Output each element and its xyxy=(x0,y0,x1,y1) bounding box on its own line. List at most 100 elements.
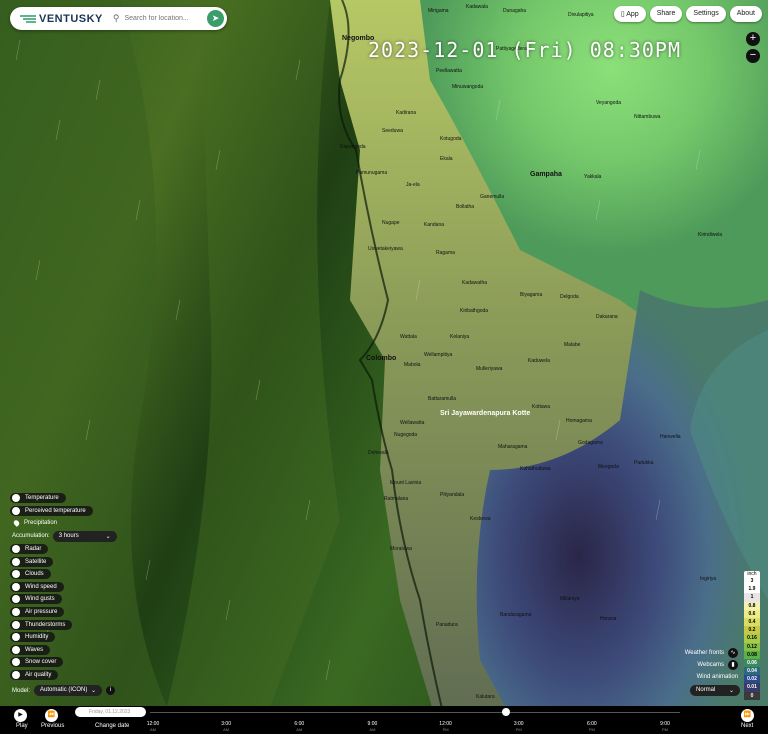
zoom-in-button[interactable]: + xyxy=(746,32,760,46)
place-label[interactable]: Minuwangoda xyxy=(452,84,483,90)
wind-animation-select[interactable]: Normal ⌄ xyxy=(690,685,740,696)
webcams-toggle[interactable]: Webcams ▮ xyxy=(685,659,738,671)
place-label[interactable]: Hanwella xyxy=(660,434,681,440)
time-tick[interactable]: 3:00 PM xyxy=(507,722,531,733)
place-label[interactable]: Horana xyxy=(600,616,617,622)
layer-temperature[interactable]: Temperature xyxy=(10,492,117,505)
place-label[interactable]: Sri Jayawardenapura Kotte xyxy=(440,410,530,417)
info-icon[interactable]: i xyxy=(106,686,116,695)
place-label[interactable]: Nugegoda xyxy=(394,432,417,438)
place-label[interactable]: Ekala xyxy=(440,156,453,162)
place-label[interactable]: Panadura xyxy=(436,622,458,628)
place-label[interactable]: Seeduwa xyxy=(382,128,403,134)
locate-icon[interactable]: ➤ xyxy=(207,10,224,27)
timeline-track[interactable] xyxy=(150,712,680,713)
layer-snow-cover[interactable]: Snow cover xyxy=(10,656,117,669)
next-icon[interactable]: ⏩ xyxy=(741,709,754,722)
place-label[interactable]: Malabe xyxy=(564,342,581,348)
place-label[interactable]: Kesbewa xyxy=(470,516,491,522)
place-label[interactable]: Divulapitiya xyxy=(568,12,594,18)
place-label[interactable]: Biyagama xyxy=(520,292,542,298)
time-tick[interactable]: 6:00 AM xyxy=(287,722,311,733)
place-label[interactable]: Bandaragama xyxy=(500,612,532,618)
place-label[interactable]: Nittambuwa xyxy=(634,114,661,120)
place-label[interactable]: Kalutara xyxy=(476,694,495,700)
layer-waves[interactable]: Waves xyxy=(10,644,117,657)
place-label[interactable]: Maharagama xyxy=(498,444,528,450)
layer-clouds[interactable]: Clouds xyxy=(10,568,117,581)
timeline-handle[interactable] xyxy=(502,708,511,716)
place-label[interactable]: Piliyandala xyxy=(440,492,464,498)
layer-radar[interactable]: Radar xyxy=(10,543,117,556)
place-label[interactable]: Kadawatha xyxy=(462,280,487,286)
place-label[interactable]: Kotugoda xyxy=(440,136,462,142)
place-label[interactable]: Kelaniya xyxy=(450,334,469,340)
time-tick[interactable]: 3:00 AM xyxy=(214,722,238,733)
place-label[interactable]: Yakkala xyxy=(584,174,602,180)
place-label[interactable]: Kiribathgoda xyxy=(460,308,488,314)
place-label[interactable]: Ragama xyxy=(436,250,455,256)
previous-icon[interactable]: ⏪ xyxy=(45,709,58,722)
app-button[interactable]: ▯ App xyxy=(613,6,646,22)
place-label[interactable]: Kirindiwela xyxy=(698,232,722,238)
place-label[interactable]: Ingiriya xyxy=(700,576,716,582)
place-label[interactable]: Millaniya xyxy=(560,596,580,602)
layer-wind-gusts[interactable]: Wind gusts xyxy=(10,593,117,606)
weather-fronts-toggle[interactable]: Weather fronts ∿ xyxy=(685,647,738,659)
place-label[interactable]: Peellawatta xyxy=(436,68,462,74)
place-label[interactable]: Homagama xyxy=(566,418,592,424)
place-label[interactable]: Kaduwela xyxy=(528,358,550,364)
accumulation-select[interactable]: 3 hours ⌄ xyxy=(52,530,117,542)
layer-perceived-temperature[interactable]: Perceived temperature xyxy=(10,505,117,518)
place-label[interactable]: Kahathuduwa xyxy=(520,466,551,472)
layer-precipitation[interactable]: Precipitation xyxy=(10,517,117,530)
settings-button[interactable]: Settings xyxy=(686,6,726,22)
place-label[interactable]: Moratuwa xyxy=(390,546,412,552)
place-label[interactable]: Mulleriyawa xyxy=(476,366,503,372)
play-icon[interactable]: ▶ xyxy=(14,709,27,722)
time-tick[interactable]: 6:00 PM xyxy=(580,722,604,733)
place-label[interactable]: Nugape xyxy=(382,220,400,226)
ventusky-logo[interactable]: VENTUSKY xyxy=(20,13,103,25)
time-tick[interactable]: 9:00 PM xyxy=(653,722,677,733)
date-picker[interactable]: Friday, 01.12.2023 xyxy=(75,707,146,717)
zoom-out-button[interactable]: − xyxy=(746,49,760,63)
time-tick[interactable]: 9:00 AM xyxy=(360,722,384,733)
place-label[interactable]: Wellawatta xyxy=(400,420,425,426)
place-label[interactable]: Kadirana xyxy=(396,110,416,116)
place-label[interactable]: Dunagaha xyxy=(503,8,526,14)
time-tick[interactable]: 12:00 PM xyxy=(434,722,458,733)
place-label[interactable]: Wattala xyxy=(400,334,417,340)
layer-air-quality[interactable]: Air quality xyxy=(10,669,117,682)
share-button[interactable]: Share xyxy=(649,6,683,22)
place-label[interactable]: Dehiwala xyxy=(368,450,389,456)
place-label[interactable]: Colombo xyxy=(366,355,396,362)
layer-air-pressure[interactable]: Air pressure xyxy=(10,606,117,619)
place-label[interactable]: Godagama xyxy=(578,440,603,446)
layer-satellite[interactable]: Satellite xyxy=(10,555,117,568)
place-label[interactable]: Mabola xyxy=(404,362,421,368)
place-label[interactable]: Ganemulla xyxy=(480,194,504,200)
place-label[interactable]: Gampaha xyxy=(530,171,562,178)
place-label[interactable]: Uswetakeiyawa xyxy=(368,246,403,252)
layer-humidity[interactable]: Humidity xyxy=(10,631,117,644)
place-label[interactable]: Kapungoda xyxy=(340,144,366,150)
layer-thunderstorms[interactable]: Thunderstorms xyxy=(10,618,117,631)
place-label[interactable]: Ratmalana xyxy=(384,496,408,502)
place-label[interactable]: Veyangoda xyxy=(596,100,621,106)
place-label[interactable]: Mount Lavinia xyxy=(390,480,421,486)
layer-wind-speed[interactable]: Wind speed xyxy=(10,581,117,594)
place-label[interactable]: Ja-ela xyxy=(406,182,420,188)
place-label[interactable]: Kandana xyxy=(424,222,444,228)
time-tick[interactable]: 12:00 AM xyxy=(141,722,165,733)
place-label[interactable]: Bollatha xyxy=(456,204,474,210)
about-button[interactable]: About xyxy=(729,6,762,22)
model-select[interactable]: Automatic (ICON) ⌄ xyxy=(34,685,103,696)
place-label[interactable]: Delgoda xyxy=(560,294,579,300)
place-label[interactable]: Kadawala xyxy=(466,4,488,10)
search-input[interactable] xyxy=(122,14,217,23)
place-label[interactable]: Pamunugama xyxy=(356,170,387,176)
place-label[interactable]: Meegoda xyxy=(598,464,619,470)
place-label[interactable]: Dakarana xyxy=(596,314,618,320)
place-label[interactable]: Wellampitiya xyxy=(424,352,452,358)
